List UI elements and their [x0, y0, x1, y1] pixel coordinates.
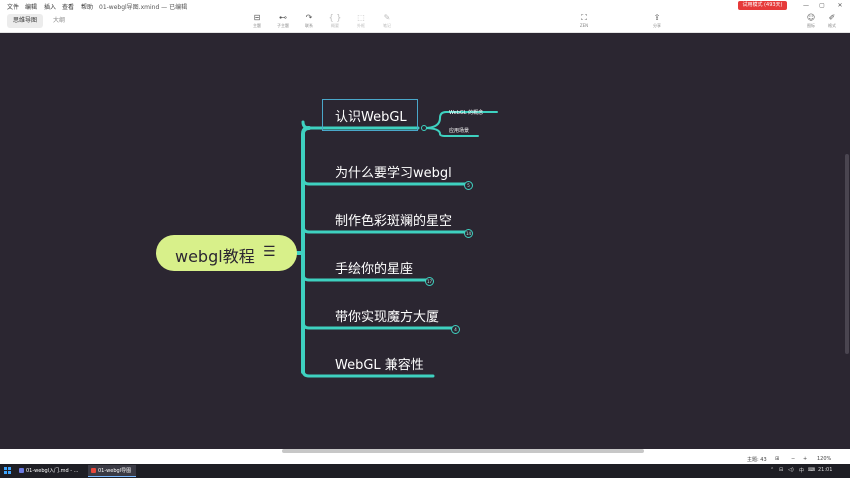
toolbar: 思维导图 大纲 ⊟ 主题 ⊷ 子主题 ↷ 联系 { } 概要 ⬚ 外框 ✎ 笔记… [0, 11, 850, 33]
tray-chevron-icon[interactable]: ⌃ [770, 467, 774, 473]
keyboard-icon[interactable]: ⌨ [808, 467, 815, 473]
topic-why-learn-webgl[interactable]: 为什么要学习webgl [335, 162, 452, 181]
mindmap-canvas[interactable]: webgl教程 ☰ 认识WebGL 为什么要学习webgl 制作色彩斑斓的星空 … [0, 34, 850, 448]
subtopic-button[interactable]: ⊷ 子主题 [271, 12, 295, 32]
taskbar-item-typora[interactable]: 01-webgl入门.md - ... [16, 465, 86, 477]
topic-webgl-compatibility[interactable]: WebGL 兼容性 [335, 354, 424, 373]
menu-view[interactable]: 查看 [62, 2, 74, 11]
windows-start-icon[interactable] [4, 467, 12, 475]
zoom-out-button[interactable]: − [791, 456, 795, 462]
markdown-app-icon [19, 468, 24, 473]
note-icon: ✎ [383, 13, 391, 22]
map-view-icon[interactable]: ⊞ [775, 456, 779, 462]
status-bar: 主题: 43 ⊞ − + 120% [0, 448, 850, 464]
share-icon: ⇪ [653, 13, 661, 22]
menu-insert[interactable]: 插入 [44, 2, 56, 11]
collapse-badge[interactable]: 4 [451, 325, 460, 334]
windows-taskbar: 01-webgl入门.md - ... 01-webgl导图 ⌃ ⊟ ◁) 中 … [0, 464, 850, 478]
summary-button[interactable]: { } 概要 [323, 12, 347, 32]
topic-colorful-starry-sky[interactable]: 制作色彩斑斓的星空 [335, 210, 452, 229]
collapse-badge[interactable]: 14 [464, 229, 473, 238]
branch-lines [295, 111, 498, 378]
subtopic-webgl-concept[interactable]: WebGL 的概念 [449, 109, 483, 116]
subtopic-use-cases[interactable]: 应用场景 [449, 127, 469, 134]
collapse-knob[interactable] [421, 125, 427, 131]
relationship-button[interactable]: ↷ 联系 [297, 12, 321, 32]
minimize-button[interactable]: — [798, 0, 814, 11]
menu-edit[interactable]: 编辑 [25, 2, 37, 11]
vertical-scrollbar[interactable] [845, 154, 849, 354]
zoom-level[interactable]: 120% [817, 456, 831, 462]
trial-badge[interactable]: 试用模式 (493天) [738, 1, 787, 10]
branch-trunk [301, 126, 311, 374]
tab-outline[interactable]: 大纲 [47, 14, 71, 28]
root-topic-label: webgl教程 [175, 247, 255, 266]
volume-icon[interactable]: ◁) [788, 467, 794, 473]
topic-intro-webgl[interactable]: 认识WebGL [335, 106, 407, 125]
relationship-icon: ↷ [305, 13, 313, 22]
collapse-badge[interactable]: 17 [425, 277, 434, 286]
note-button[interactable]: ✎ 笔记 [375, 12, 399, 32]
menu-bar: 文件 编辑 插入 查看 帮助 01-webgl导图.xmind — 已编辑 试用… [0, 0, 850, 11]
menu-file[interactable]: 文件 [7, 2, 19, 11]
root-topic[interactable]: webgl教程 ☰ [156, 235, 297, 271]
share-button[interactable]: ⇪ 分享 [645, 12, 669, 32]
notes-icon[interactable]: ☰ [263, 244, 276, 260]
subtopic-icon: ⊷ [279, 13, 287, 22]
topic-button[interactable]: ⊟ 主题 [245, 12, 269, 32]
topic-count: 主题: 43 [747, 457, 767, 463]
topic-icon: ⊟ [253, 13, 261, 22]
zoom-bar: 主题: 43 ⊞ − + 120% [0, 453, 850, 464]
tab-mindmap[interactable]: 思维导图 [7, 14, 44, 28]
xmind-app-icon [91, 468, 96, 473]
clock[interactable]: 21:01 [818, 467, 832, 473]
network-icon[interactable]: ⊟ [779, 467, 783, 473]
format-panel-button[interactable]: ✐ 格式 [820, 12, 844, 32]
ime-indicator[interactable]: 中 [799, 467, 804, 474]
boundary-icon: ⬚ [357, 13, 365, 22]
zoom-in-button[interactable]: + [803, 456, 807, 462]
boundary-button[interactable]: ⬚ 外框 [349, 12, 373, 32]
maximize-button[interactable]: ▢ [814, 0, 830, 11]
brush-icon: ✐ [828, 13, 836, 22]
fullscreen-icon: ⛶ [581, 13, 587, 22]
summary-icon: { } [328, 13, 342, 22]
topic-rubik-building[interactable]: 带你实现魔方大厦 [335, 306, 439, 325]
taskbar-item-xmind[interactable]: 01-webgl导图 [88, 465, 136, 477]
document-title: 01-webgl导图.xmind — 已编辑 [99, 4, 188, 11]
xmind-window: 文件 编辑 插入 查看 帮助 01-webgl导图.xmind — 已编辑 试用… [0, 0, 850, 478]
zen-button[interactable]: ⛶ ZEN [572, 12, 596, 32]
topic-draw-constellation[interactable]: 手绘你的星座 [335, 258, 413, 277]
menu-help[interactable]: 帮助 [81, 2, 93, 11]
close-button[interactable]: ✕ [832, 0, 848, 11]
collapse-badge[interactable]: 5 [464, 181, 473, 190]
